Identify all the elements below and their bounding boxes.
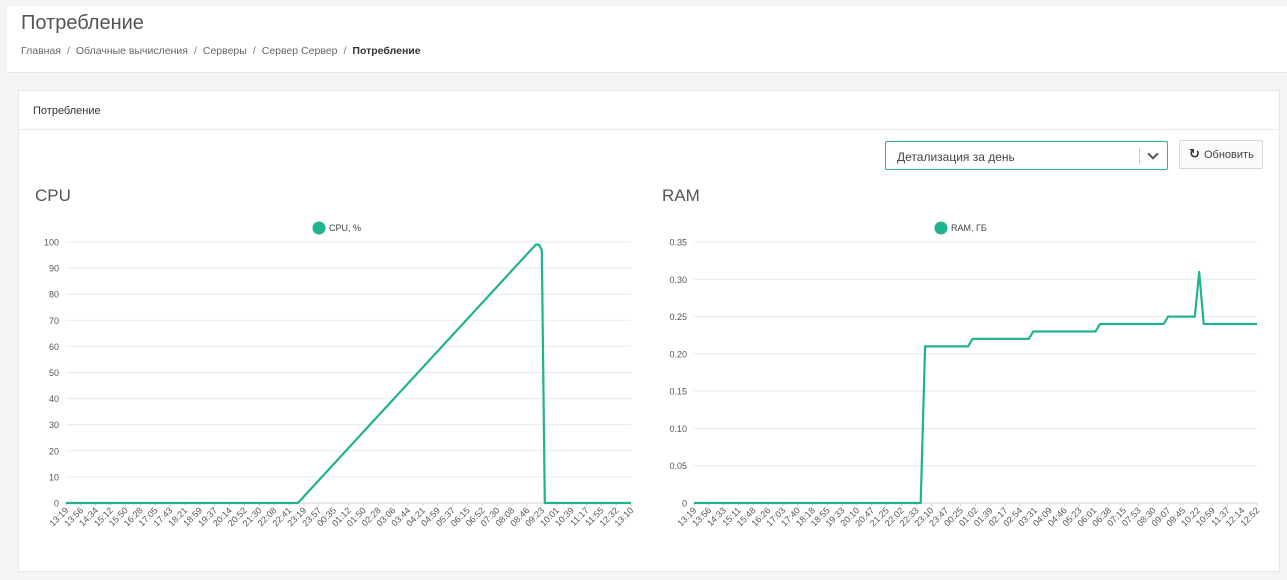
ram-legend-marker[interactable] — [934, 221, 948, 235]
cpu-y-tick-label: 90 — [49, 264, 59, 274]
ram-y-tick-label: 0 — [682, 499, 687, 509]
ram-legend-label[interactable]: RAM, ГБ — [951, 223, 987, 233]
consumption-card: Потребление Детализация за день ↻ Обнови… — [18, 90, 1280, 572]
page-header: Потребление Главная / Облачные вычисления /… — [7, 6, 1287, 73]
ram-y-tick-label: 0.25 — [669, 312, 687, 322]
cpu-legend-label[interactable]: CPU, % — [329, 223, 361, 233]
breadcrumb-separator: / — [66, 45, 70, 57]
breadcrumb-cloud[interactable]: Облачные вычисления — [76, 45, 188, 57]
breadcrumb-server[interactable]: Сервер Сервер — [262, 45, 338, 57]
cpu-y-tick-label: 60 — [49, 342, 59, 352]
ram-y-tick-label: 0.35 — [669, 238, 687, 248]
ram-y-tick-label: 0.30 — [669, 275, 687, 285]
ram-y-tick-label: 0.10 — [669, 424, 687, 434]
cpu-y-tick-label: 0 — [54, 499, 59, 509]
breadcrumb: Главная / Облачные вычисления / Серверы / Серв… — [21, 45, 421, 57]
cpu-y-tick-label: 70 — [49, 316, 59, 326]
cpu-y-tick-label: 100 — [44, 238, 59, 248]
ram-y-tick-label: 0.05 — [669, 461, 687, 471]
breadcrumb-separator: / — [252, 45, 256, 57]
breadcrumb-current: Потребление — [352, 45, 421, 57]
ram-y-tick-label: 0.20 — [669, 349, 687, 359]
cpu-chart: 010203040506070809010013:1913:5614:3415:… — [44, 221, 635, 528]
cpu-legend-marker[interactable] — [312, 221, 326, 235]
cpu-y-tick-label: 10 — [49, 472, 59, 482]
ram-chart: 00.050.100.150.200.250.300.3513:1913:561… — [669, 221, 1261, 528]
breadcrumb-separator: / — [343, 45, 347, 57]
cpu-y-tick-label: 30 — [49, 420, 59, 430]
charts-canvas: 010203040506070809010013:1913:5614:3415:… — [44, 221, 1261, 528]
ram-series-line — [694, 270, 1257, 505]
cpu-y-tick-label: 50 — [49, 368, 59, 378]
page-title: Потребление — [21, 12, 144, 34]
cpu-y-tick-label: 20 — [49, 446, 59, 456]
breadcrumb-separator: / — [193, 45, 197, 57]
cpu-y-tick-label: 80 — [49, 290, 59, 300]
breadcrumb-home[interactable]: Главная — [21, 45, 61, 57]
cpu-series-line — [66, 243, 631, 505]
breadcrumb-servers[interactable]: Серверы — [203, 45, 247, 57]
ram-y-tick-label: 0.15 — [669, 387, 687, 397]
cpu-y-tick-label: 40 — [49, 394, 59, 404]
